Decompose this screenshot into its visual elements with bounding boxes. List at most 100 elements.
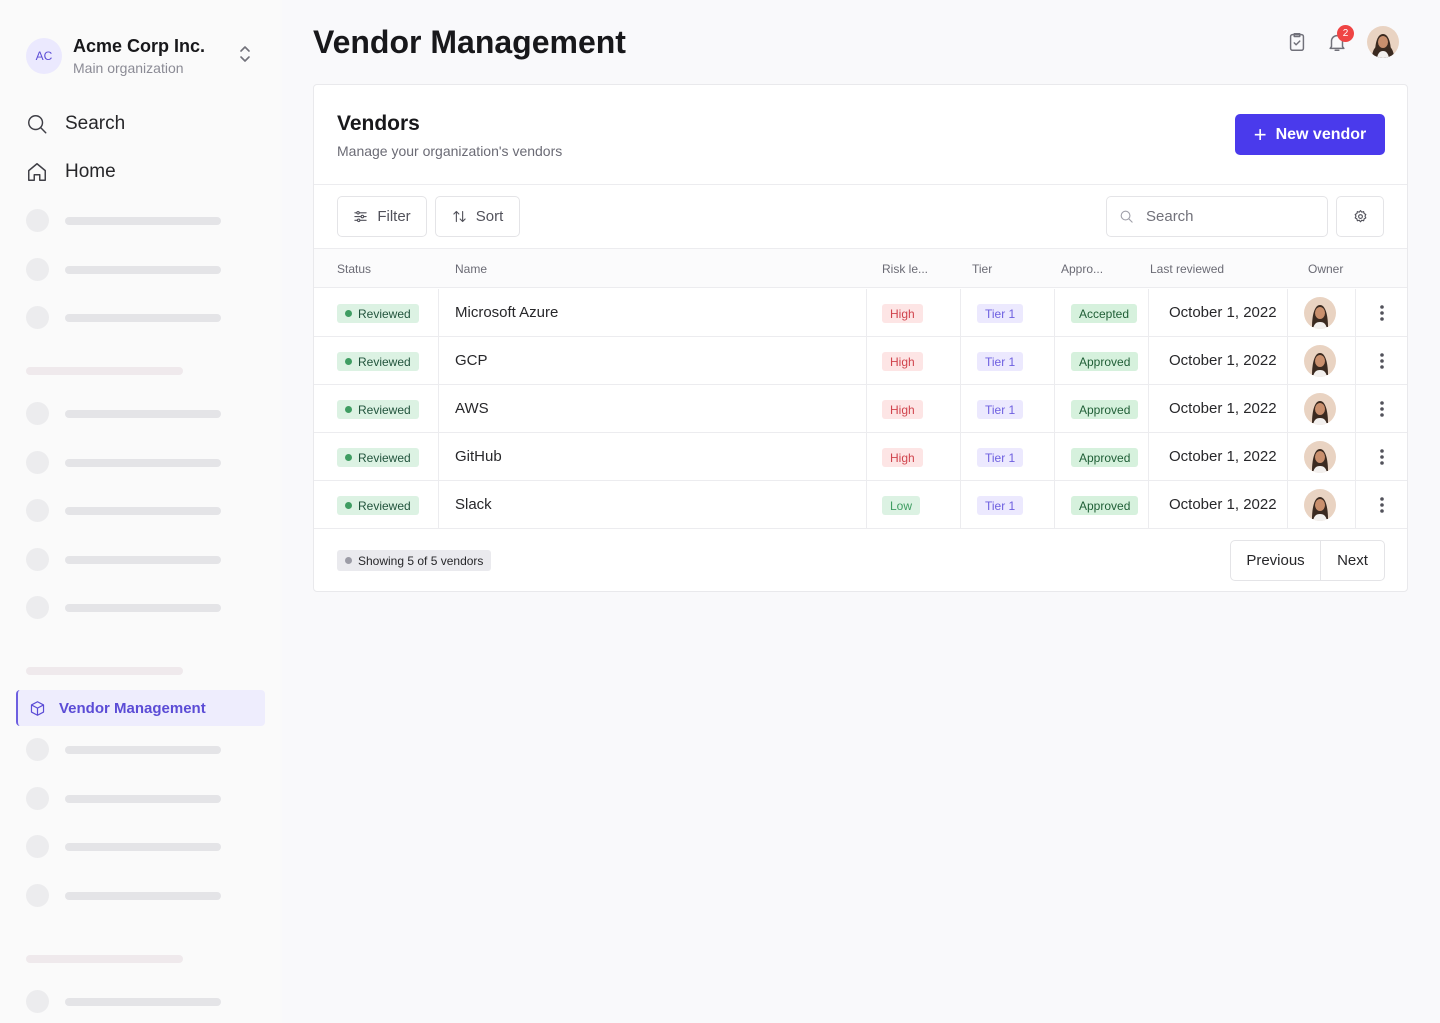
row-actions-button[interactable]: [1372, 493, 1392, 517]
status-text: Reviewed: [358, 402, 411, 417]
tasks-button[interactable]: [1284, 29, 1310, 55]
table-header: Status Name Risk le... Tier Appro... Las…: [314, 248, 1407, 288]
approval-badge: Approved: [1071, 352, 1139, 371]
sidebar-item-vendor-management[interactable]: Vendor Management: [16, 690, 265, 726]
row-actions-button[interactable]: [1372, 445, 1392, 469]
results-summary: Showing 5 of 5 vendors: [337, 550, 492, 571]
risk-level-badge: High: [882, 448, 923, 467]
risk-level-badge: Low: [882, 496, 921, 515]
home-icon: [28, 163, 46, 181]
status-badge: Reviewed: [337, 448, 419, 467]
new-vendor-button[interactable]: + New vendor: [1235, 114, 1385, 155]
user-avatar-image: [1367, 26, 1399, 58]
column-header-tier[interactable]: Tier: [972, 262, 992, 276]
vendor-name[interactable]: Slack: [455, 496, 492, 513]
column-header-risk-level[interactable]: Risk le...: [882, 262, 928, 276]
status-dot: [345, 310, 352, 317]
last-reviewed-date: October 1, 2022: [1169, 448, 1277, 465]
column-header-approval[interactable]: Appro...: [1061, 262, 1103, 276]
row-actions-button[interactable]: [1372, 301, 1392, 325]
divider: [314, 184, 1407, 185]
vendor-search-field[interactable]: [1106, 196, 1328, 237]
vendor-search-input[interactable]: [1146, 208, 1316, 225]
column-header-last-reviewed[interactable]: Last reviewed: [1150, 262, 1224, 276]
tier-badge: Tier 1: [977, 400, 1024, 419]
sidebar-placeholder-item: [26, 884, 221, 907]
sort-button[interactable]: Sort: [435, 196, 520, 237]
owner-avatar[interactable]: [1304, 489, 1336, 521]
last-reviewed-date: October 1, 2022: [1169, 496, 1277, 513]
sidebar-item-label: Home: [65, 161, 116, 182]
pagination: Previous Next: [1230, 540, 1385, 581]
sidebar-placeholder-heading: [26, 667, 183, 675]
tier-badge: Tier 1: [977, 496, 1024, 515]
org-switcher[interactable]: AC Acme Corp Inc. Main organization: [26, 36, 256, 76]
risk-level-badge: High: [882, 352, 923, 371]
vendor-name[interactable]: Microsoft Azure: [455, 304, 558, 321]
risk-level-badge: High: [882, 400, 923, 419]
filter-label: Filter: [377, 208, 411, 225]
sidebar-placeholder-item: [26, 209, 221, 232]
owner-avatar[interactable]: [1304, 297, 1336, 329]
owner-avatar[interactable]: [1304, 441, 1336, 473]
plus-icon: +: [1253, 121, 1267, 147]
chevron-up-down-icon[interactable]: [238, 44, 252, 64]
sidebar: AC Acme Corp Inc. Main organization Sear…: [0, 0, 282, 1023]
status-dot: [345, 406, 352, 413]
vendor-name[interactable]: GitHub: [455, 448, 502, 465]
vendor-name[interactable]: GCP: [455, 352, 488, 369]
sort-arrows-icon: [453, 210, 466, 223]
status-dot: [345, 502, 352, 509]
row-actions-button[interactable]: [1372, 397, 1392, 421]
status-dot: [345, 358, 352, 365]
sidebar-item-search[interactable]: Search: [26, 113, 125, 135]
column-header-status[interactable]: Status: [337, 262, 371, 276]
filter-button[interactable]: Filter: [337, 196, 427, 237]
sidebar-item-label: Search: [65, 113, 126, 134]
sidebar-placeholder-item: [26, 258, 221, 281]
table-row[interactable]: Reviewed GCP High Tier 1 Approved Octobe…: [314, 337, 1407, 385]
results-summary-text: Showing 5 of 5 vendors: [358, 553, 484, 568]
sidebar-placeholder-item: [26, 787, 221, 810]
previous-page-button[interactable]: Previous: [1231, 541, 1321, 580]
table-settings-button[interactable]: [1336, 196, 1384, 237]
approval-badge: Approved: [1071, 448, 1139, 467]
org-name: Acme Corp Inc.: [73, 36, 206, 56]
tier-badge: Tier 1: [977, 448, 1024, 467]
sidebar-item-label: Vendor Management: [59, 699, 206, 717]
sidebar-placeholder-item: [26, 548, 221, 571]
search-icon: [28, 115, 47, 134]
last-reviewed-date: October 1, 2022: [1169, 352, 1277, 369]
approval-badge: Accepted: [1071, 304, 1138, 323]
sliders-icon: [354, 210, 368, 223]
owner-avatar-image: [1304, 489, 1336, 521]
owner-avatar-image: [1304, 345, 1336, 377]
next-page-button[interactable]: Next: [1321, 541, 1384, 580]
table-row[interactable]: Reviewed AWS High Tier 1 Approved Octobe…: [314, 385, 1407, 433]
owner-avatar[interactable]: [1304, 393, 1336, 425]
card-title: Vendors: [337, 112, 420, 135]
owner-avatar-image: [1304, 441, 1336, 473]
more-vertical-icon: [1380, 353, 1384, 369]
column-header-name[interactable]: Name: [455, 262, 487, 276]
column-header-owner[interactable]: Owner: [1308, 262, 1343, 276]
more-vertical-icon: [1380, 497, 1384, 513]
owner-avatar[interactable]: [1304, 345, 1336, 377]
vendor-name[interactable]: AWS: [455, 400, 489, 417]
sidebar-placeholder-heading: [26, 955, 183, 963]
sidebar-placeholder-item: [26, 306, 221, 329]
sidebar-placeholder-item: [26, 738, 221, 761]
more-vertical-icon: [1380, 449, 1384, 465]
tier-badge: Tier 1: [977, 304, 1024, 323]
sort-label: Sort: [475, 208, 504, 225]
cube-icon: [30, 700, 45, 716]
user-avatar[interactable]: [1367, 26, 1399, 58]
row-actions-button[interactable]: [1372, 349, 1392, 373]
status-dot: [345, 557, 352, 564]
sidebar-item-home[interactable]: Home: [26, 161, 116, 183]
table-row[interactable]: Reviewed GitHub High Tier 1 Approved Oct…: [314, 433, 1407, 481]
table-row[interactable]: Reviewed Slack Low Tier 1 Approved Octob…: [314, 481, 1407, 529]
status-text: Reviewed: [358, 498, 411, 513]
table-row[interactable]: Reviewed Microsoft Azure High Tier 1 Acc…: [314, 289, 1407, 337]
sidebar-placeholder-item: [26, 835, 221, 858]
